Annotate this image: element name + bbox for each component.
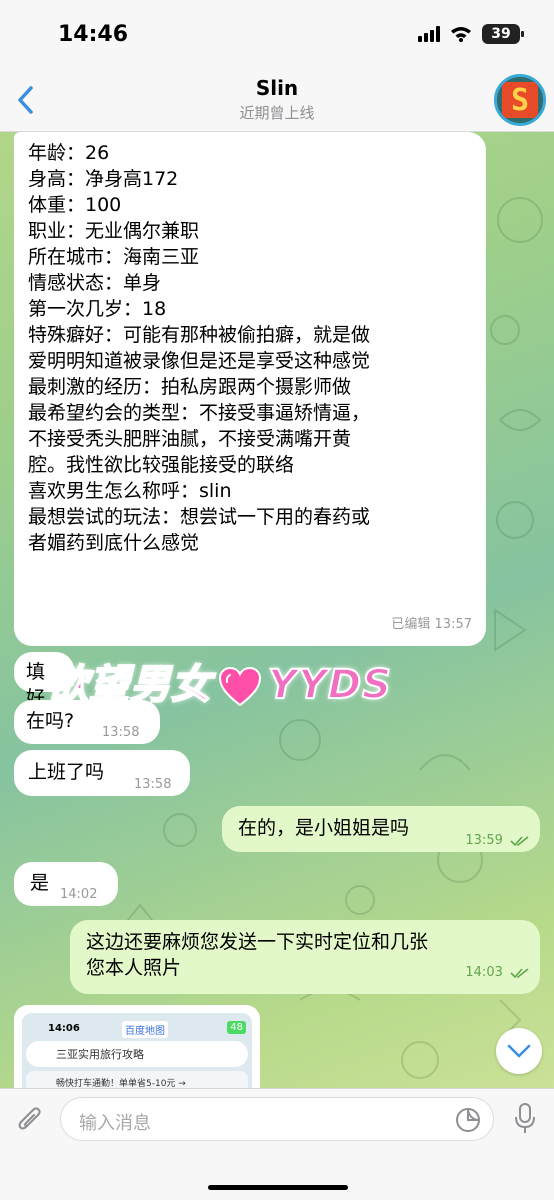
microphone-icon xyxy=(515,1103,535,1133)
status-icons: 39 xyxy=(418,24,524,44)
message-time: 13:59 xyxy=(465,833,503,848)
voice-message-button[interactable] xyxy=(510,1099,540,1139)
watermark-text-right: YYDS xyxy=(267,661,392,709)
double-check-icon xyxy=(510,835,529,846)
message-text-line-2: 您本人照片 xyxy=(86,957,182,979)
profile-line: 身高：净身高172 xyxy=(28,168,179,190)
battery-icon: 39 xyxy=(482,24,524,44)
profile-line: 最刺激的经历：拍私房跟两个摄影师做 xyxy=(28,376,352,398)
edited-label: 已编辑 xyxy=(391,617,431,632)
profile-message[interactable]: 年龄：26 身高：净身高172 体重：100 职业：无业偶尔兼职 所在城市：海南… xyxy=(14,132,486,646)
paperclip-icon xyxy=(18,1107,41,1130)
thumbnail-search-text: 三亚实用旅行攻略 xyxy=(56,1048,144,1061)
double-check-icon xyxy=(510,967,529,978)
thumbnail-search-bar: 三亚实用旅行攻略 xyxy=(26,1041,248,1067)
thumbnail-time: 14:06 xyxy=(48,1023,80,1034)
message-input[interactable]: 输入消息 xyxy=(60,1097,494,1141)
message-time: 13:57 xyxy=(434,617,472,632)
chat-header: Slin 近期曾上线 S xyxy=(0,70,554,132)
status-time: 14:46 xyxy=(58,22,129,47)
watermark-text-left: 欲望男女 xyxy=(47,661,212,709)
profile-line: 喜欢男生怎么称呼：slin xyxy=(28,480,232,502)
message-time: 14:02 xyxy=(60,887,98,902)
message-time: 13:58 xyxy=(134,777,172,792)
profile-line: 所在城市：海南三亚 xyxy=(28,246,200,268)
chat-title[interactable]: Slin xyxy=(0,76,554,100)
profile-line: 不接受秃头肥胖油腻，不接受满嘴开黄 xyxy=(28,428,352,450)
wifi-icon xyxy=(451,27,471,42)
profile-line: 者媚药到底什么感觉 xyxy=(28,532,200,554)
screenshot-thumbnail: 14:06 百度地图 48 三亚实用旅行攻略 畅快打车通勤！单单省5-10元 → xyxy=(22,1013,252,1091)
outgoing-message[interactable]: 这边还要麻烦您发送一下实时定位和几张 您本人照片 14:03 xyxy=(70,920,540,994)
profile-line: 最希望约会的类型：不接受事逼矫情逼， xyxy=(28,402,371,424)
message-time: 13:58 xyxy=(102,725,140,740)
message-text: 在的，是小姐姐是吗 xyxy=(238,817,410,839)
sticker-icon[interactable] xyxy=(455,1107,481,1133)
chevron-down-icon xyxy=(507,1044,531,1058)
message-input-placeholder: 输入消息 xyxy=(79,1113,151,1134)
avatar-letter: S xyxy=(502,82,538,118)
watermark: 欲望男女 YYDS xyxy=(47,652,392,710)
profile-line: 腔。我性欲比较强能接受的联络 xyxy=(28,454,295,476)
incoming-message[interactable]: 上班了吗 13:58 xyxy=(14,750,190,796)
message-time: 14:03 xyxy=(465,965,503,980)
cellular-signal-icon xyxy=(418,26,440,42)
profile-line: 情感状态：单身 xyxy=(28,272,162,294)
thumbnail-battery: 48 xyxy=(227,1021,246,1034)
home-indicator xyxy=(208,1185,348,1190)
message-text: 这边还要麻烦您发送一下实时定位和几张 xyxy=(86,931,429,953)
incoming-message[interactable]: 是 14:02 xyxy=(14,862,118,906)
profile-line: 最想尝试的玩法：想尝试一下用的春药或 xyxy=(28,506,371,528)
message-input-bar: 输入消息 xyxy=(0,1088,554,1200)
message-meta: 已编辑 13:57 xyxy=(391,612,472,638)
image-message[interactable]: 14:06 百度地图 48 三亚实用旅行攻略 畅快打车通勤！单单省5-10元 → xyxy=(14,1005,260,1091)
heart-icon xyxy=(218,667,262,707)
outgoing-message[interactable]: 在的，是小姐姐是吗 13:59 xyxy=(222,806,540,852)
attach-button[interactable] xyxy=(12,1101,48,1137)
message-meta: 13:59 xyxy=(465,828,530,854)
contact-avatar[interactable]: S xyxy=(494,74,546,126)
thumbnail-app-label: 百度地图 xyxy=(122,1021,168,1038)
profile-line: 爱明明知道被录像但是还是享受这种感觉 xyxy=(28,350,371,372)
profile-line: 特殊癖好：可能有那种被偷拍癖，就是做 xyxy=(28,324,371,346)
profile-line: 第一次几岁：18 xyxy=(28,298,167,320)
message-text: 在吗? xyxy=(26,710,75,732)
message-text: 是 xyxy=(30,872,50,894)
status-bar: 14:46 39 xyxy=(0,0,554,70)
message-meta: 14:03 xyxy=(465,960,530,986)
last-seen-status: 近期曾上线 xyxy=(239,104,315,122)
profile-line: 职业：无业偶尔兼职 xyxy=(28,220,200,242)
scroll-to-bottom-button[interactable] xyxy=(496,1028,542,1074)
message-text: 上班了吗 xyxy=(28,761,105,783)
profile-line: 体重：100 xyxy=(28,194,122,216)
profile-line: 年龄：26 xyxy=(28,142,110,164)
